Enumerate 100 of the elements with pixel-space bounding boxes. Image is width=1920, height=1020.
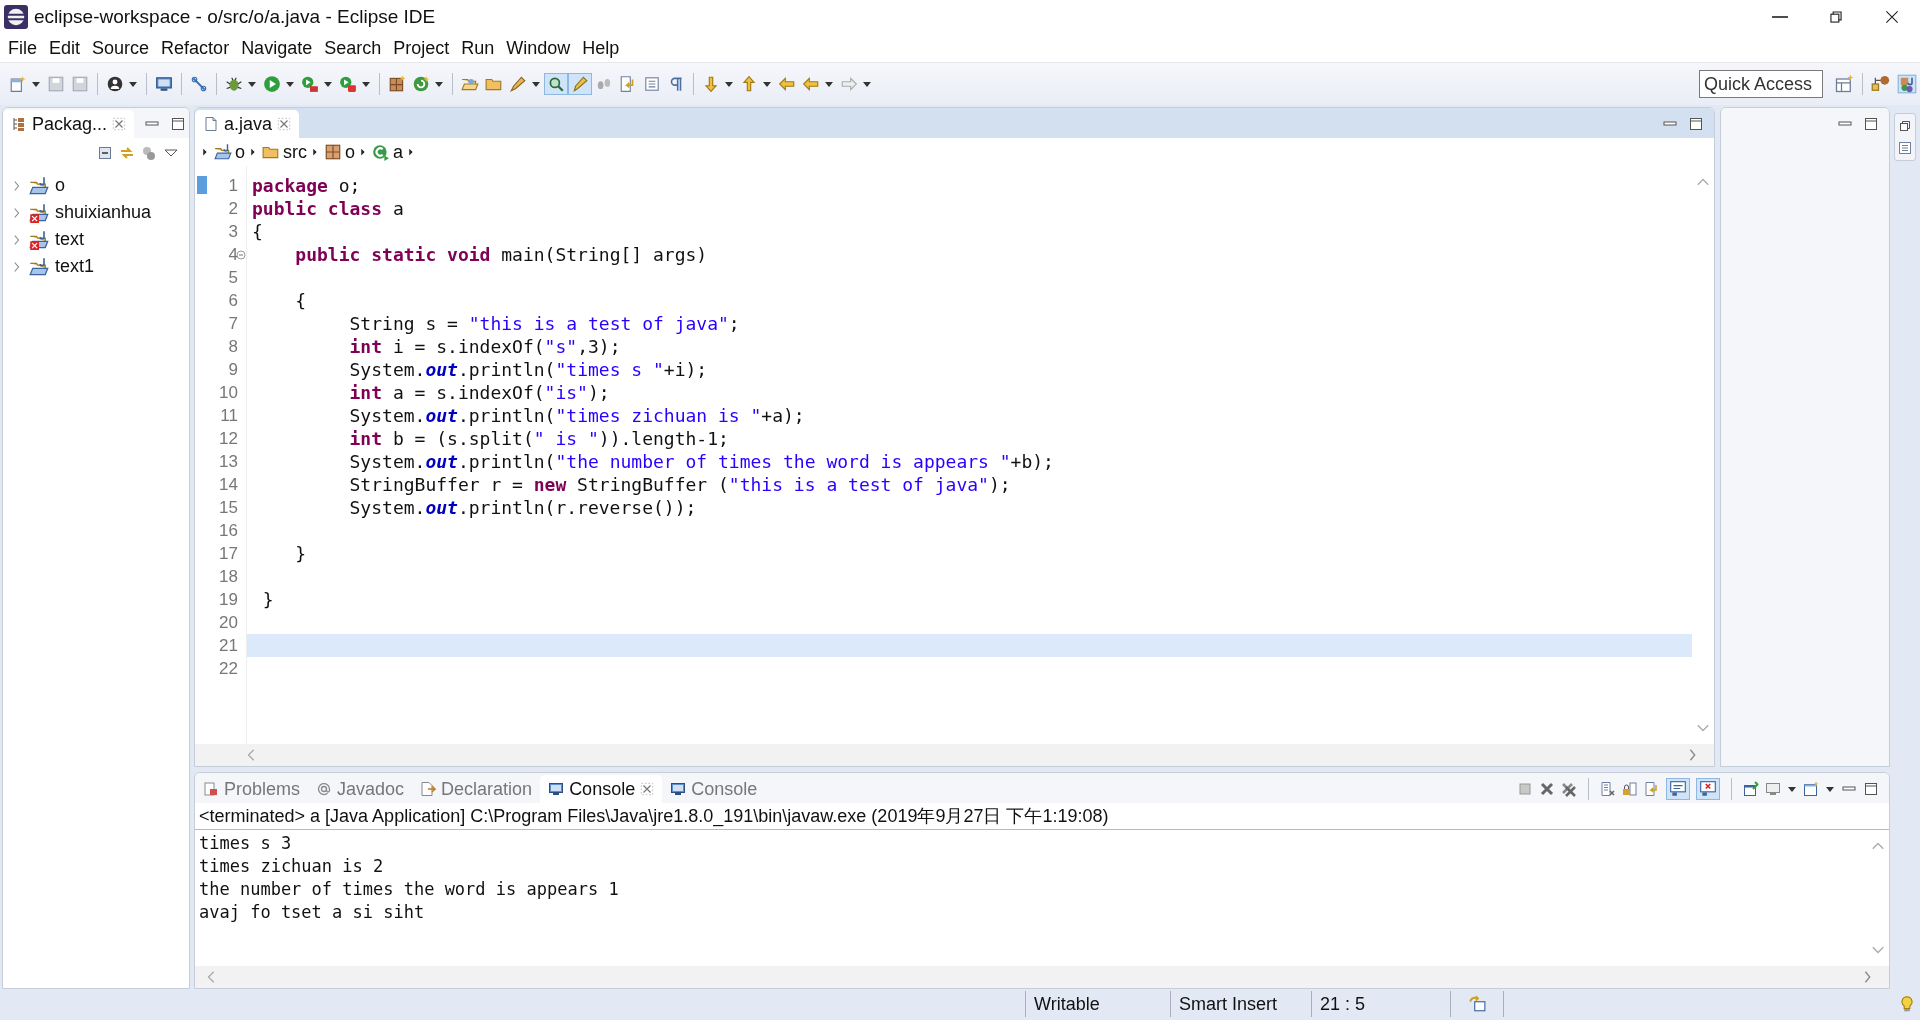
at-icon: [316, 781, 333, 797]
remove-launch-icon[interactable]: [1539, 781, 1555, 797]
java-file-icon: [203, 116, 219, 132]
dropdown-icon[interactable]: [323, 79, 333, 89]
dropdown-icon[interactable]: [285, 79, 295, 89]
profile-icon[interactable]: [106, 75, 124, 93]
dropdown-icon[interactable]: [762, 79, 772, 89]
close-icon[interactable]: [112, 117, 127, 131]
bug-icon[interactable]: [225, 75, 243, 93]
close-icon[interactable]: [277, 117, 292, 131]
dropdown-icon[interactable]: [128, 79, 138, 89]
code-line: {: [294, 289, 308, 312]
close-icon[interactable]: [640, 782, 655, 796]
maximize-icon[interactable]: [170, 116, 187, 132]
quick-access-field[interactable]: Quick Access: [1699, 70, 1823, 98]
link-icon[interactable]: [190, 75, 208, 93]
menu-item[interactable]: Help: [576, 37, 626, 59]
java-perspective-icon[interactable]: [1897, 74, 1917, 94]
collapse-all-icon[interactable]: [97, 145, 113, 161]
dropdown-icon[interactable]: [434, 79, 444, 89]
breadcrumb-item[interactable]: o: [214, 141, 245, 163]
maximize-icon[interactable]: [1688, 116, 1704, 132]
menu-item[interactable]: Navigate: [235, 37, 319, 59]
dropdown-icon[interactable]: [724, 79, 734, 89]
dropdown-icon[interactable]: [247, 79, 257, 89]
open-perspective-icon[interactable]: [1834, 74, 1854, 94]
run-config-icon[interactable]: [301, 75, 319, 93]
line-number: 15: [219, 497, 238, 518]
restore-icon[interactable]: [1897, 118, 1913, 134]
view-tab[interactable]: Problems: [195, 775, 309, 803]
lightbulb-icon[interactable]: [1898, 995, 1916, 1013]
dropdown-icon[interactable]: [1825, 784, 1835, 794]
debug-perspective-icon[interactable]: [1871, 74, 1891, 94]
view-tab[interactable]: Console: [662, 775, 766, 803]
tree-item[interactable]: o: [55, 175, 65, 196]
menu-item[interactable]: Edit: [43, 37, 87, 59]
dropdown-icon[interactable]: [824, 79, 834, 89]
pencil-icon: [571, 75, 589, 93]
breadcrumb-item[interactable]: o: [324, 141, 356, 163]
coverage-icon[interactable]: [339, 75, 357, 93]
toggle-button[interactable]: [1696, 778, 1720, 800]
word-wrap-icon[interactable]: [1644, 781, 1660, 797]
editor-tab[interactable]: a.java: [195, 110, 300, 138]
maximize-icon[interactable]: [1863, 781, 1879, 797]
gears-icon[interactable]: [141, 145, 157, 161]
new-file-icon[interactable]: [9, 75, 27, 93]
line-number: 20: [219, 612, 238, 633]
tree-item[interactable]: shuixianhua: [55, 202, 152, 223]
view-tab[interactable]: Packag...: [3, 110, 135, 138]
line-number: 22: [219, 658, 238, 679]
maximize-icon[interactable]: [1863, 116, 1879, 132]
display-console-icon[interactable]: [1765, 781, 1781, 797]
brush-icon[interactable]: [509, 75, 527, 93]
dropdown-icon[interactable]: [31, 79, 41, 89]
dropdown-icon[interactable]: [1787, 784, 1797, 794]
toggle-button[interactable]: [568, 73, 592, 95]
block-icon[interactable]: [643, 75, 661, 93]
line-number: 5: [228, 267, 238, 288]
fold-icon[interactable]: [236, 250, 246, 260]
menu-item[interactable]: Source: [86, 37, 156, 59]
console-line: times s 3: [199, 832, 293, 855]
line-number: 19: [219, 589, 238, 610]
scroll-lock-icon[interactable]: [1622, 781, 1638, 797]
code-line: int i = s.indexOf("s",3);: [348, 335, 622, 358]
tree-item[interactable]: text1: [55, 256, 95, 277]
menu-item[interactable]: Project: [387, 37, 456, 59]
breadcrumb-item[interactable]: src: [262, 141, 307, 163]
link-editor-icon[interactable]: [119, 145, 135, 161]
dropdown-icon[interactable]: [531, 79, 541, 89]
pin-console-icon[interactable]: [1743, 781, 1759, 797]
remove-all-icon[interactable]: [1561, 781, 1577, 797]
tab-label: Javadoc: [337, 778, 405, 800]
line-number: 21: [219, 635, 238, 656]
monitor-icon[interactable]: [155, 75, 173, 93]
dropdown-icon[interactable]: [361, 79, 371, 89]
view-tab[interactable]: Javadoc: [308, 775, 413, 803]
menu-item[interactable]: Refactor: [155, 37, 236, 59]
new-class-icon[interactable]: [412, 75, 430, 93]
dropdown-icon[interactable]: [862, 79, 872, 89]
new-console-icon[interactable]: [1803, 781, 1819, 797]
menu-item[interactable]: Search: [318, 37, 388, 59]
menu-item[interactable]: File: [2, 37, 43, 59]
view-tab[interactable]: Console: [540, 775, 663, 803]
status-text: Smart Insert: [1170, 991, 1311, 1017]
breadcrumb-item[interactable]: a: [372, 141, 404, 163]
console-header-text: <terminated> a [Java Application] C:\Program Files\Java\jre1.8.0_191\bin\javaw.exe (2019年9月27日 下午1:19:08): [199, 805, 1109, 828]
line-number: 4: [228, 244, 238, 265]
clear-console-icon[interactable]: [1600, 781, 1616, 797]
menu-item[interactable]: Run: [455, 37, 501, 59]
toggle-button[interactable]: [544, 73, 568, 95]
new-package-icon[interactable]: [388, 75, 406, 93]
view-tab[interactable]: Declaration: [412, 775, 541, 803]
code-line: }: [261, 588, 275, 611]
tree-item[interactable]: text: [55, 229, 84, 250]
sync-icon[interactable]: [1468, 995, 1486, 1013]
last-edit-icon[interactable]: [778, 75, 796, 93]
menu-item[interactable]: Window: [500, 37, 577, 59]
app-icon: [4, 5, 28, 29]
outline-icon[interactable]: [1897, 140, 1913, 156]
toggle-button[interactable]: [1666, 778, 1690, 800]
